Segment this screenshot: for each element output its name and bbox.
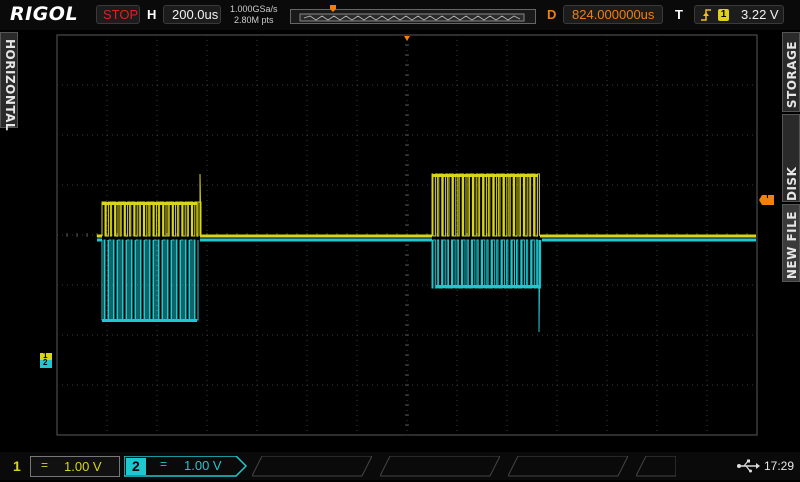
- timebase-scale[interactable]: 200.0us: [163, 5, 221, 24]
- math-slot[interactable]: [507, 455, 629, 477]
- ch2-trace-burst-bottom: [436, 285, 540, 288]
- ch1-trace-burst-top: [102, 202, 197, 205]
- trigger-source-badge: 1: [718, 9, 729, 21]
- ch2-trace-burst-bottom: [102, 319, 197, 322]
- ch1-scale-value: 1.00 V: [64, 459, 102, 474]
- trigger-level-marker[interactable]: T: [759, 191, 774, 205]
- trigger-settings[interactable]: 1 3.22 V: [694, 5, 784, 24]
- ref-slot[interactable]: [635, 455, 677, 477]
- ch1-trace-spike: [199, 173, 202, 237]
- ch2-scale-value: 1.00 V: [184, 458, 222, 473]
- top-status-bar: RIGOL STOP H 200.0us 1.000GSa/s 2.80M pt…: [0, 0, 800, 30]
- waveform-display[interactable]: [0, 0, 800, 452]
- timebase-value: 200.0us: [172, 7, 219, 22]
- tab-storage[interactable]: STORAGE: [782, 32, 800, 112]
- delay-label: D: [547, 7, 557, 22]
- ch2-trace-burst: [431, 239, 542, 289]
- usb-icon: [736, 459, 760, 478]
- run-status-text: STOP: [103, 7, 139, 22]
- tab-horizontal[interactable]: HORIZONTAL: [0, 32, 18, 132]
- ch2-offset-marker[interactable]: 2: [40, 358, 52, 368]
- ch1-dc-coupling-icon: =: [41, 458, 49, 472]
- ch2-number[interactable]: 2 = 1.00 V: [124, 456, 248, 477]
- tab-disk-manage[interactable]: DISK MANA: [782, 114, 800, 202]
- tab-new-file-label: NEW FILE: [785, 211, 799, 280]
- run-stop-status[interactable]: STOP: [96, 5, 140, 24]
- tab-disk-manage-label: DISK MANA: [785, 158, 800, 201]
- clock: 17:29: [764, 459, 795, 473]
- memory-overview[interactable]: [290, 5, 536, 25]
- memory-depth: 2.80M pts: [234, 15, 274, 25]
- ch1-trace-burst-top: [432, 174, 538, 177]
- ch2-trace-burst: [101, 239, 199, 321]
- horizontal-delay[interactable]: 824.000000us: [563, 5, 663, 24]
- ch3-slot[interactable]: [251, 455, 373, 477]
- trigger-level-marker-label: T: [765, 191, 770, 200]
- ch2-trace-spike: [538, 239, 541, 333]
- ch2-offset-marker-label: 2: [43, 358, 48, 367]
- waveform-graticule: [56, 34, 758, 436]
- trigger-label: T: [675, 7, 683, 22]
- ch1-trace-burst: [101, 201, 202, 237]
- timebase-label: H: [147, 7, 157, 22]
- tab-horizontal-label: HORIZONTAL: [3, 39, 17, 132]
- ch1-trace-burst: [431, 173, 540, 237]
- ch2-number-label: 2: [132, 458, 140, 474]
- sample-rate: 1.000GSa/s: [230, 4, 278, 14]
- graticule-frame: [56, 34, 758, 436]
- tab-new-file[interactable]: NEW FILE: [782, 204, 800, 282]
- memory-overview-graphic: [290, 5, 536, 24]
- ch1-scale-box[interactable]: = 1.00 V: [30, 456, 120, 477]
- ch4-slot[interactable]: [379, 455, 501, 477]
- rigol-logo: RIGOL: [10, 3, 79, 25]
- ch1-number[interactable]: 1: [6, 456, 26, 477]
- ch2-dc-coupling-icon: =: [160, 457, 168, 471]
- trigger-level: 3.22 V: [741, 7, 779, 22]
- trigger-time-marker: [404, 36, 410, 41]
- tab-storage-label: STORAGE: [785, 41, 799, 109]
- delay-value: 824.000000us: [572, 7, 655, 22]
- rising-edge-icon: [700, 8, 712, 27]
- ch1-number-label: 1: [13, 458, 21, 474]
